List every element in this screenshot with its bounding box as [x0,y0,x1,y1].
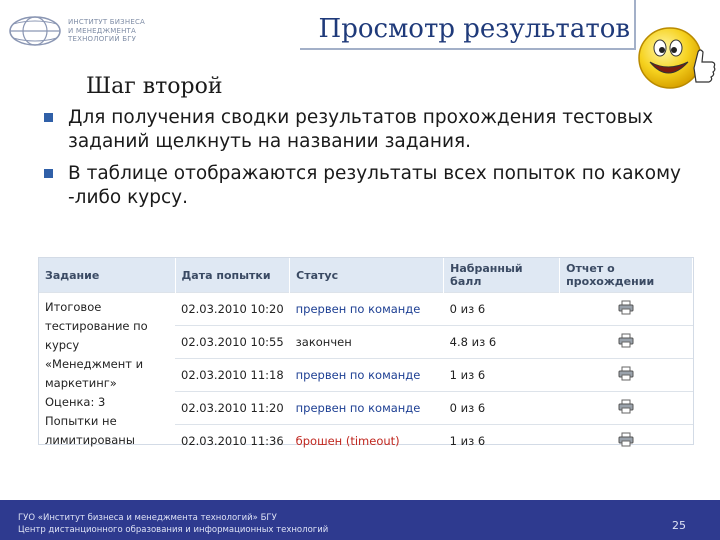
bullet-square-icon [44,113,53,122]
smiley-thumbs-up-icon [638,27,716,89]
attempt-date: 02.03.2010 11:18 [175,358,290,392]
report-cell [559,424,693,457]
attempt-date: 02.03.2010 10:55 [175,325,290,359]
printer-icon[interactable] [618,333,634,348]
col-header-score[interactable]: Набранный балл [443,258,561,293]
logo-line: ИНСТИТУТ БИЗНЕСА [68,18,146,26]
bullet-text: Для получения сводки результатов прохожд… [68,107,654,152]
attempt-score: 0 из 6 [443,391,560,425]
bullet-item: В таблице отображаются результаты всех п… [44,162,704,210]
bullet-list: Для получения сводки результатов прохожд… [44,106,704,218]
task-line: «Менеджмент и [45,357,144,371]
globe-logo-icon [9,16,61,46]
task-line: Итоговое [45,300,102,314]
title-divider [300,48,635,50]
task-line: лимитированы [45,433,135,447]
bullet-item: Для получения сводки результатов прохожд… [44,106,704,154]
printer-icon[interactable] [618,399,634,414]
printer-icon[interactable] [618,366,634,381]
results-table: Задание Дата попытки Статус Набранный ба… [39,258,693,457]
page-number: 25 [672,519,686,532]
attempt-date: 02.03.2010 11:20 [175,391,290,425]
report-cell [559,325,693,359]
report-cell [559,358,693,392]
logo-line: ТЕХНОЛОГИЙ БГУ [68,35,137,43]
results-table-panel: Задание Дата попытки Статус Набранный ба… [38,257,694,457]
footer-line: ГУО «Институт бизнеса и менеджмента техн… [18,513,277,523]
logo-text: ИНСТИТУТ БИЗНЕСА И МЕНЕДЖМЕНТА ТЕХНОЛОГИ… [68,18,145,44]
task-line: тестирование по курсу [45,319,148,352]
task-line: Оценка: 3 [45,395,106,409]
col-header-status[interactable]: Статус [289,258,445,293]
attempt-score: 1 из 6 [443,424,560,457]
attempt-status-link[interactable]: прервен по команде [289,358,444,392]
attempt-status: закончен [289,325,444,359]
col-header-date[interactable]: Дата попытки [175,258,291,293]
task-cell: Итоговое тестирование по курсу «Менеджме… [39,292,175,457]
institute-logo: ИНСТИТУТ БИЗНЕСА И МЕНЕДЖМЕНТА ТЕХНОЛОГИ… [8,10,168,50]
table-row: Итоговое тестирование по курсу «Менеджме… [39,292,693,457]
table-header-row: Задание Дата попытки Статус Набранный ба… [39,258,693,293]
attempt-date: 02.03.2010 11:36 [175,424,290,457]
bullet-square-icon [44,169,53,178]
col-header-task[interactable]: Задание [39,258,176,293]
attempt-date: 02.03.2010 10:20 [175,292,290,326]
slide-title: Просмотр результатов [318,14,630,44]
attempt-score: 0 из 6 [443,292,560,326]
printer-icon[interactable] [618,432,634,447]
printer-icon[interactable] [618,300,634,315]
attempt-status-link[interactable]: прервен по команде [289,391,444,425]
attempt-status-link[interactable]: брошен (timeout) [289,424,444,457]
report-cell [559,391,693,425]
col-header-report[interactable]: Отчет о прохождении [559,258,693,293]
bullet-text: В таблице отображаются результаты всех п… [68,163,682,208]
footer-line: Центр дистанционного образования и инфор… [18,525,329,535]
logo-line: И МЕНЕДЖМЕНТА [68,26,137,35]
task-line: Попытки не [45,414,117,428]
attempt-score: 4.8 из 6 [443,325,560,359]
attempt-status-link[interactable]: прервен по команде [289,292,444,326]
task-line: маркетинг» [45,376,117,390]
attempt-score: 1 из 6 [443,358,560,392]
footer-text: ГУО «Институт бизнеса и менеджмента техн… [18,512,328,536]
report-cell [559,292,693,326]
step-heading: Шаг второй [86,74,223,99]
